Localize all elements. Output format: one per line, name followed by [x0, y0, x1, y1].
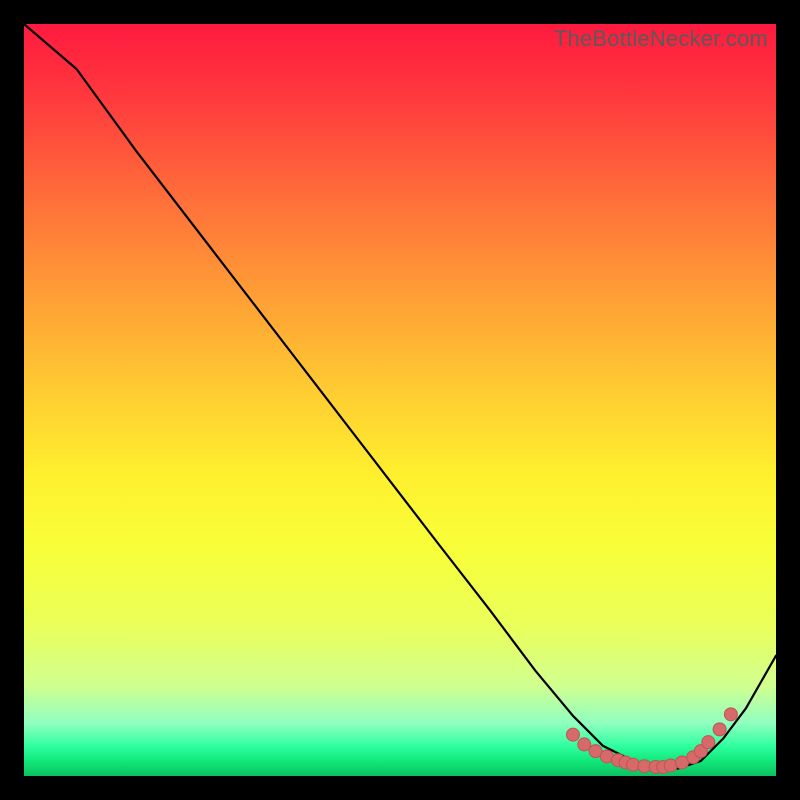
- chart-overlay: [24, 24, 776, 776]
- data-point: [713, 723, 726, 736]
- data-point: [578, 738, 591, 751]
- data-points: [566, 708, 737, 774]
- watermark-label: TheBottleNecker.com: [554, 26, 768, 52]
- chart-container: TheBottleNecker.com: [0, 0, 800, 800]
- data-point: [702, 736, 715, 749]
- data-point: [724, 708, 737, 721]
- data-point: [566, 728, 579, 741]
- plot-area: TheBottleNecker.com: [24, 24, 776, 776]
- bottleneck-curve: [24, 24, 776, 768]
- curve-line: [24, 24, 776, 768]
